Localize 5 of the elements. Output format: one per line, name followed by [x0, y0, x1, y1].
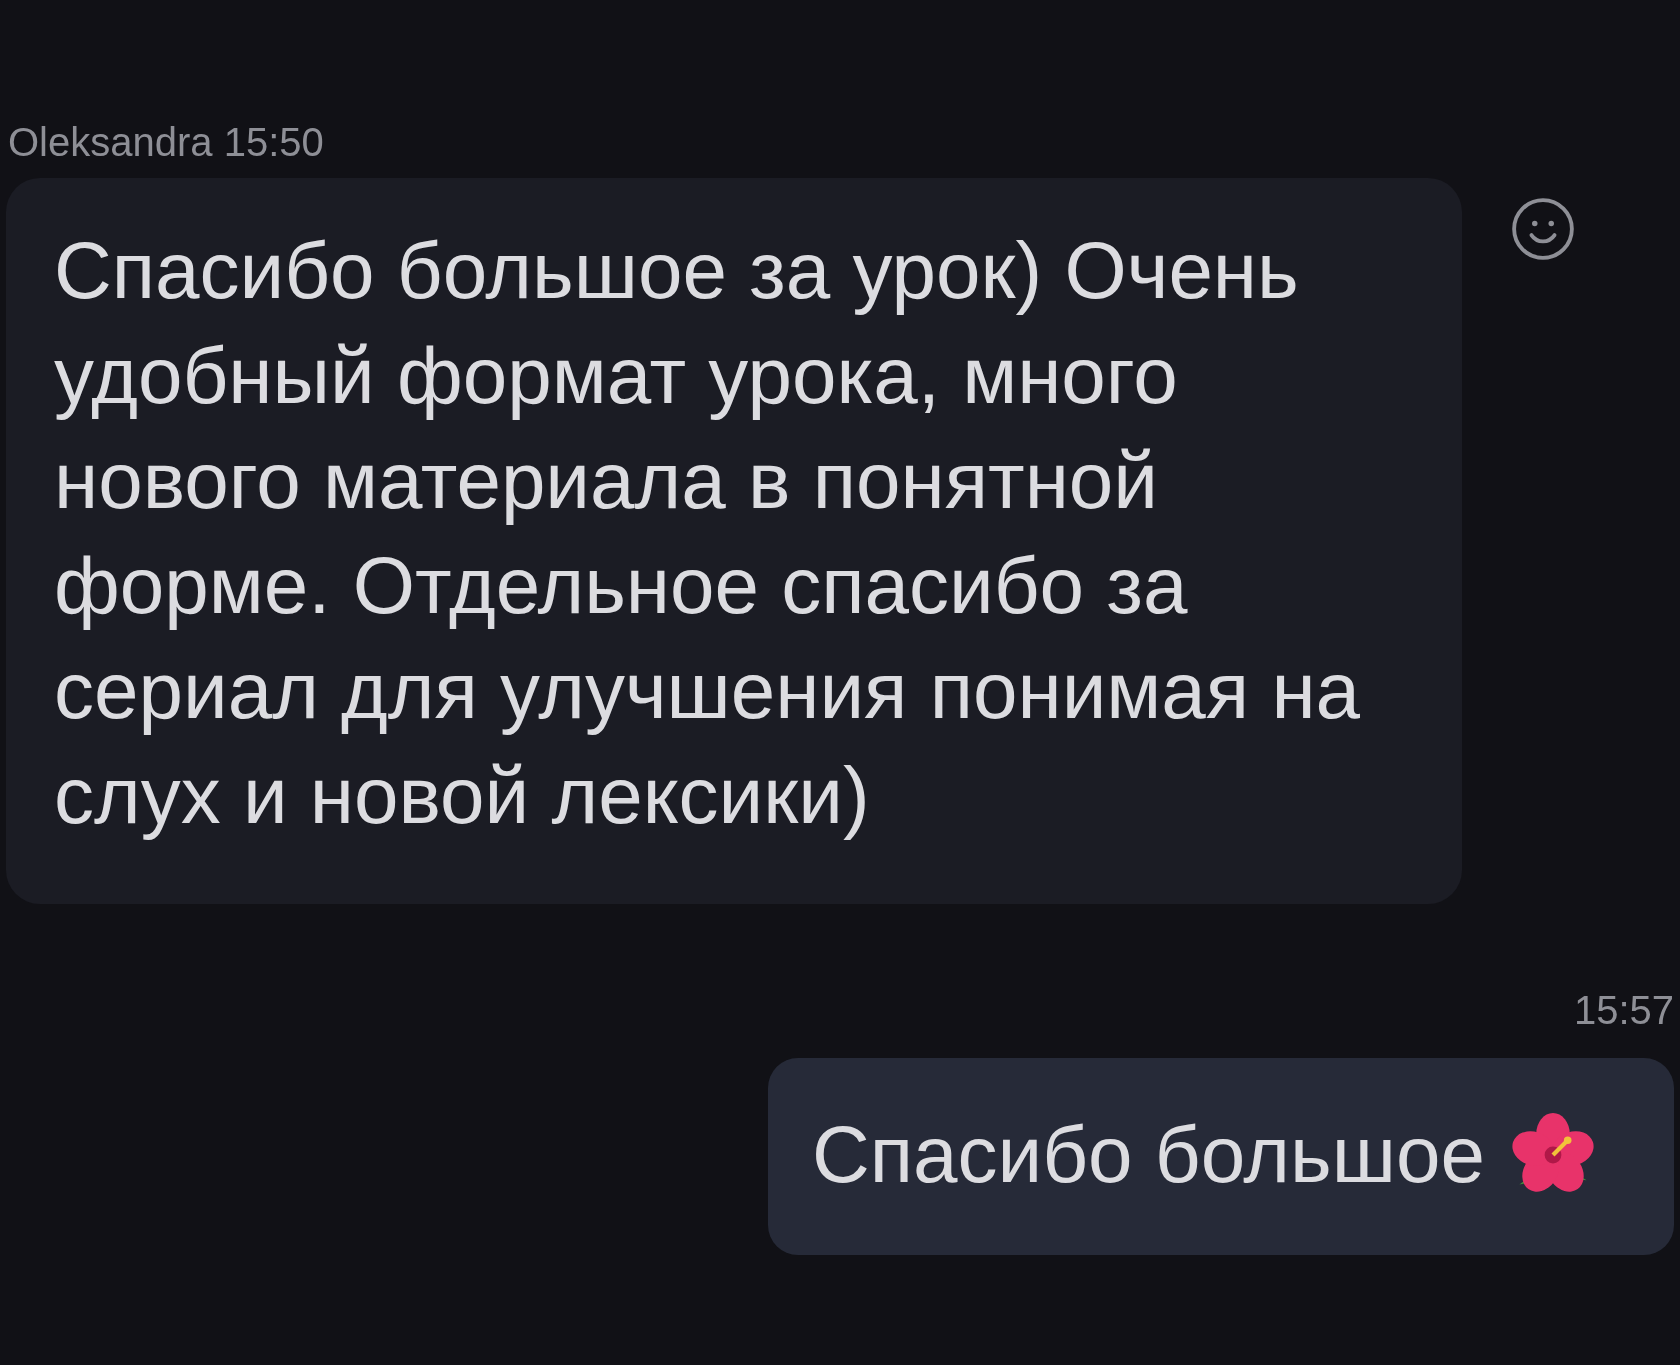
message-text: Спасибо большое: [812, 1109, 1485, 1201]
message-time: 15:57: [1572, 987, 1674, 1034]
smiley-icon[interactable]: [1510, 196, 1576, 262]
message-text: Спасибо большое за урок) Очень удобный формат урока, много нового материала в понятной форме. Отдельное спасибо за сериал для улучшения понимая на слух и новой лексики): [54, 225, 1362, 842]
sender-time: Oleksandra 15:50: [7, 119, 325, 166]
